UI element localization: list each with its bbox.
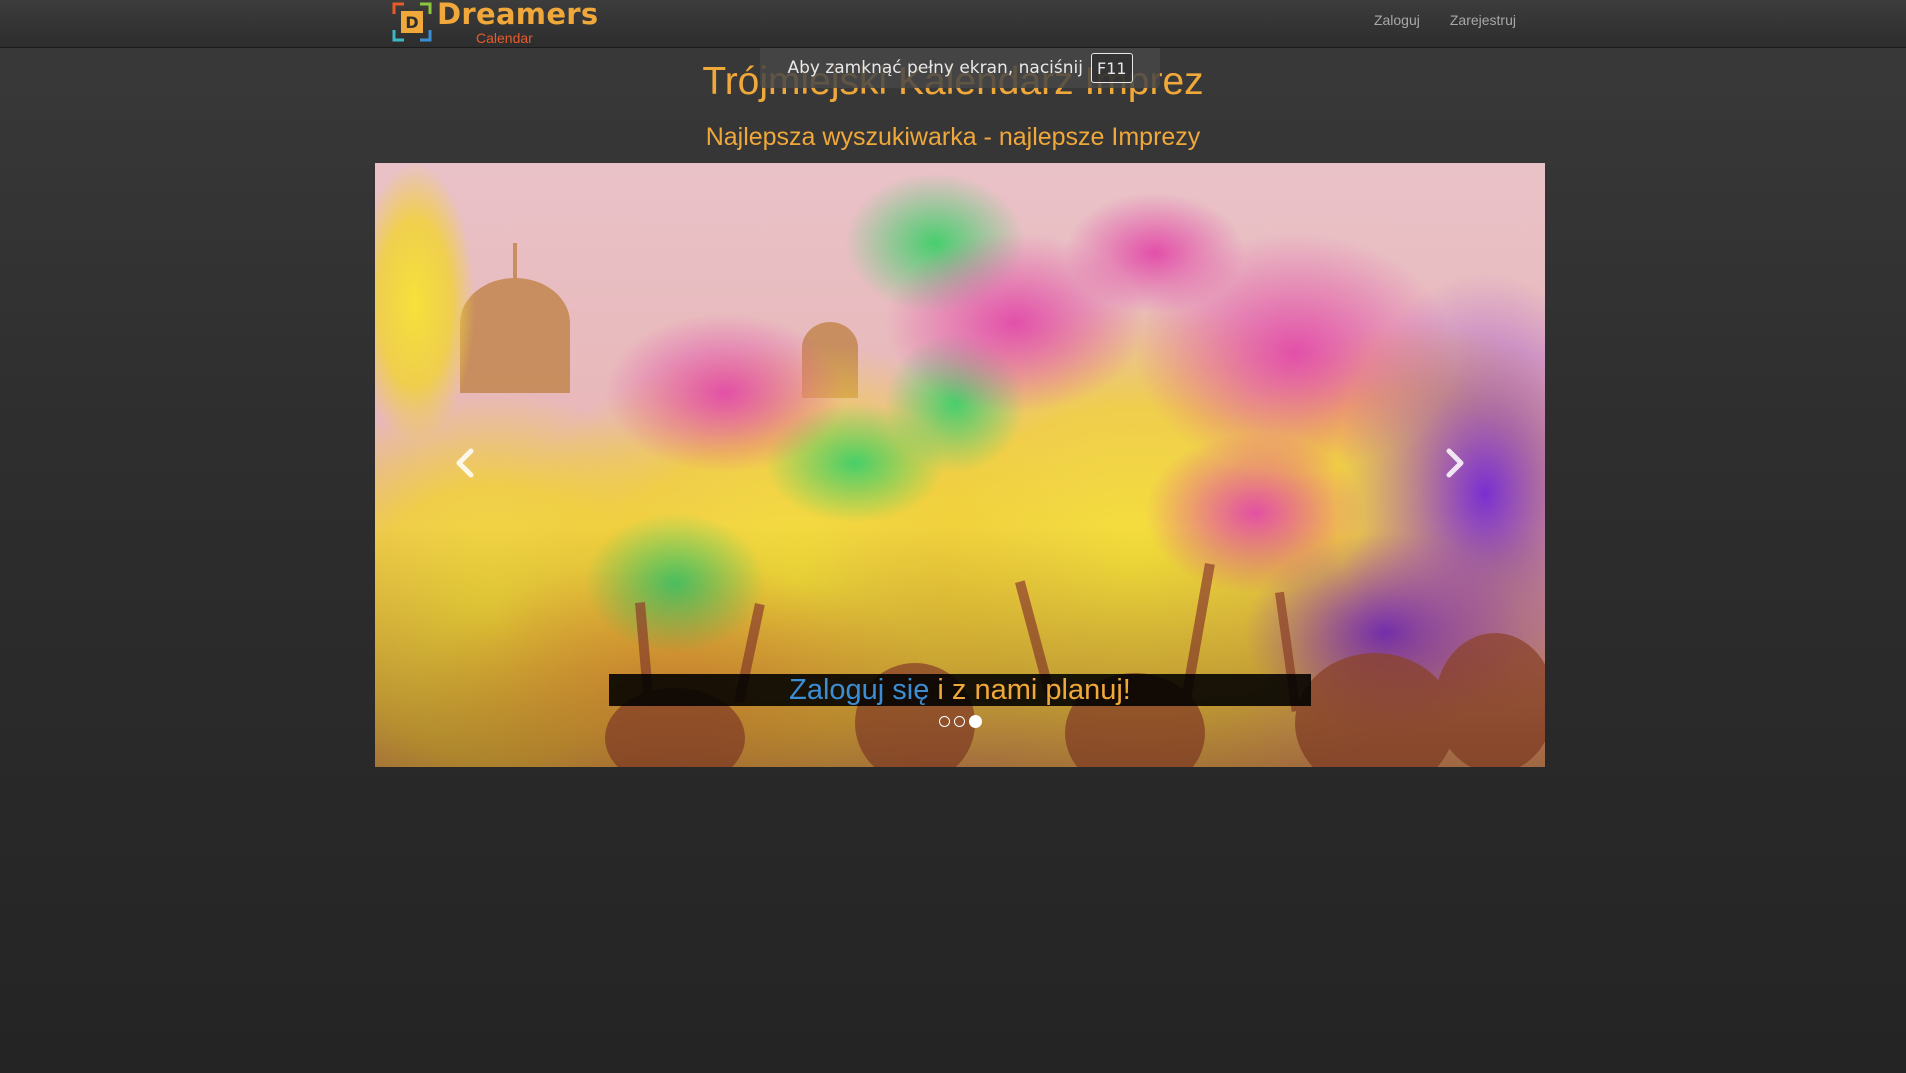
login-link[interactable]: Zaloguj <box>1374 12 1420 28</box>
carousel-indicator[interactable] <box>953 716 965 727</box>
carousel-prev-button[interactable] <box>435 433 495 493</box>
register-link[interactable]: Zarejestruj <box>1450 12 1516 28</box>
nav-links: Zaloguj Zarejestruj <box>1344 0 1516 40</box>
brand-mark-letter: D <box>405 13 418 32</box>
brand-mark-icon: D <box>392 2 432 42</box>
chevron-left-icon <box>456 448 474 478</box>
hero-carousel[interactable]: Zaloguj się i z nami planuj! <box>375 163 1545 767</box>
top-navbar: D Dreamers Calendar Zaloguj Zarejestruj <box>0 0 1906 48</box>
fullscreen-exit-notice: Aby zamknąć pełny ekran, naciśnij F11 <box>760 48 1160 88</box>
fullscreen-key-badge: F11 <box>1090 53 1133 83</box>
carousel-indicator[interactable] <box>938 716 950 727</box>
brand-name: Dreamers <box>437 0 599 31</box>
brand-subtitle: Calendar <box>476 30 533 46</box>
carousel-next-button[interactable] <box>1425 433 1485 493</box>
carousel-indicators <box>375 715 1545 728</box>
carousel-indicator-active[interactable] <box>968 715 982 728</box>
page-subtitle: Najlepsza wyszukiwarka - najlepsze Impre… <box>705 123 1201 151</box>
caption-login-link[interactable]: Zaloguj się <box>789 674 929 706</box>
chevron-right-icon <box>1446 448 1464 478</box>
caption-text: i z nami planuj! <box>929 674 1131 706</box>
brand-logo[interactable]: D Dreamers Calendar <box>390 0 598 48</box>
fullscreen-notice-text: Aby zamknąć pełny ekran, naciśnij <box>787 58 1083 78</box>
carousel-caption: Zaloguj się i z nami planuj! <box>609 674 1311 706</box>
